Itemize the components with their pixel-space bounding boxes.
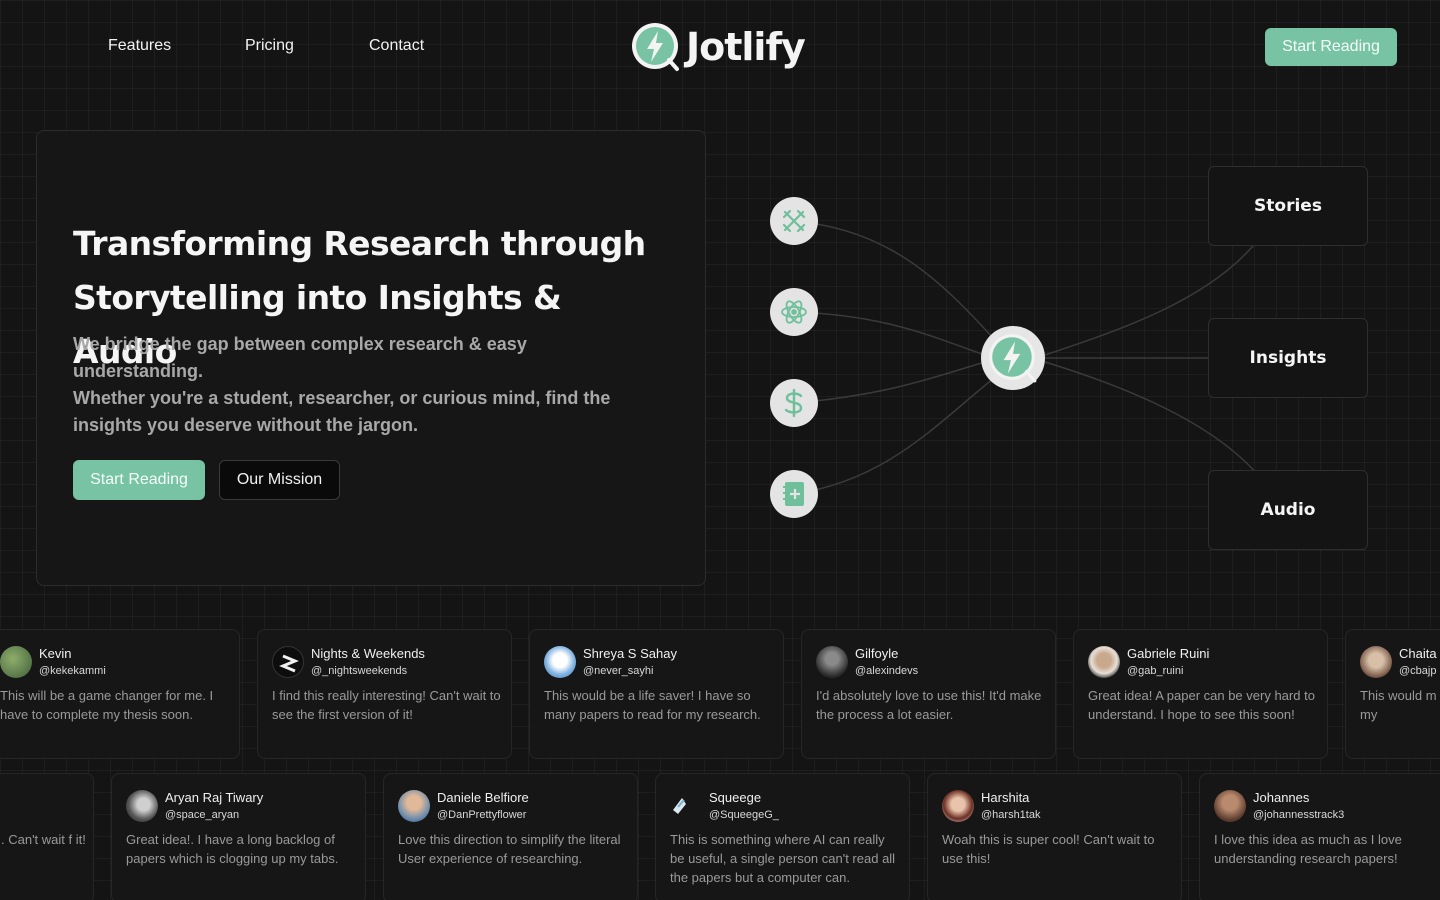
testimonial-text: This will be a game changer for me. I ha… [0,688,214,722]
output-stories: Stories [1208,166,1368,246]
testimonial-text: This would be a life saver! I have so ma… [544,688,761,722]
hero-start-reading-button[interactable]: Start Reading [73,460,205,500]
hero-subtitle-line-1: We bridge the gap between complex resear… [73,334,527,381]
avatar [816,646,848,678]
testimonial-handle: @kekekammi [39,665,106,677]
testimonial-handle: @harsh1tak [981,809,1041,821]
our-mission-button[interactable]: Our Mission [219,460,340,500]
avatar [1360,646,1392,678]
testimonial-handle: @SqueegeG_ [709,809,779,821]
testimonial-card: Nights & Weekends @_nightsweekends I fin… [257,629,512,759]
testimonial-name: Chaita [1399,646,1437,661]
testimonial-card: Gilfoyle @alexindevs I'd absolutely love… [801,629,1056,759]
testimonial-name: Kevin [39,646,72,661]
testimonial-name: Harshita [981,790,1030,805]
brand-logo[interactable]: Jotlify [631,20,806,74]
testimonials-row-1: Kevin @kekekammi This will be a game cha… [0,629,1440,759]
avatar [942,790,974,822]
testimonial-handle: @DanPrettyflower [437,809,527,821]
testimonial-card: Chaita @cbajp This would m need to go th… [1345,629,1440,759]
brand-name: Jotlify [686,25,806,69]
testimonial-handle: @johannesstrack3 [1253,809,1345,821]
testimonial-handle: @alexindevs [855,665,919,677]
testimonial-card: Aryan Raj Tiwary @space_aryan Great idea… [111,773,366,900]
nav-link-pricing[interactable]: Pricing [245,37,294,55]
nav-link-features[interactable]: Features [108,37,171,55]
atom-icon [770,288,818,336]
testimonial-name: Gilfoyle [855,646,899,661]
testimonial-handle: @gab_ruini [1127,665,1184,677]
testimonial-card: Daniele Belfiore @DanPrettyflower Love t… [383,773,638,900]
testimonial-text: Great idea!. I have a long backlog of pa… [126,832,339,866]
testimonial-name: Daniele Belfiore [437,790,529,805]
jotlify-hub-icon [981,326,1045,390]
testimonial-text: Love this direction to simplify the lite… [398,832,621,866]
testimonial-name: Nights & Weekends [311,646,425,661]
testimonial-text: I love this idea as much as I love under… [1214,832,1402,866]
avatar [1214,790,1246,822]
avatar [272,646,304,678]
testimonial-text: I find this really interesting! Can't wa… [272,688,501,722]
avatar [670,790,702,822]
testimonial-card: Kevin @kekekammi This will be a game cha… [0,629,240,759]
testimonial-text: . Can't wait f it! [1,832,86,847]
tools-icon [770,197,818,245]
testimonial-handle: @space_aryan [165,809,240,821]
testimonial-handle: @cbajp [1399,665,1437,677]
testimonial-text: Woah this is super cool! Can't wait to u… [942,832,1155,866]
testimonial-card: Gabriele Ruini @gab_ruini Great idea! A … [1073,629,1328,759]
testimonial-name: Squeege [709,790,762,805]
avatar [1088,646,1120,678]
avatar [126,790,158,822]
nav-link-contact[interactable]: Contact [369,37,424,55]
testimonial-card: . Can't wait f it! [0,773,94,900]
testimonial-name: Aryan Raj Tiwary [165,790,264,805]
output-insights: Insights [1208,318,1368,398]
testimonial-text: This is something where AI can really be… [670,832,896,885]
notebook-plus-icon [770,470,818,518]
jotlify-logo-icon [631,22,681,72]
dollar-icon [770,379,818,427]
testimonial-name: Johannes [1253,790,1310,805]
testimonial-text: This would m need to go th papers for my [1360,688,1440,722]
hero-card: Transforming Research through Storytelli… [36,130,706,586]
hero-subtitle: We bridge the gap between complex resear… [73,331,653,439]
avatar [398,790,430,822]
testimonial-name: Gabriele Ruini [1127,646,1210,661]
testimonials-row-2: . Can't wait f it! Aryan Raj Tiwary @spa… [0,773,1440,900]
testimonial-handle: @never_sayhi [583,665,654,677]
hero-subtitle-line-2: Whether you're a student, researcher, or… [73,388,611,435]
top-nav: Features Pricing Contact Jotlify Start R… [0,0,1440,94]
flow-diagram: Stories Insights Audio [740,150,1420,570]
testimonial-text: Great idea! A paper can be very hard to … [1088,688,1315,722]
testimonial-card: Johannes @johannesstrack3 I love this id… [1199,773,1440,900]
avatar [544,646,576,678]
testimonial-card: Harshita @harsh1tak Woah this is super c… [927,773,1182,900]
testimonial-name: Shreya S Sahay [583,646,677,661]
testimonial-card: Squeege @SqueegeG_ This is something whe… [655,773,910,900]
nav-start-reading-button[interactable]: Start Reading [1265,28,1397,66]
avatar [0,646,32,678]
testimonial-card: Shreya S Sahay @never_sayhi This would b… [529,629,784,759]
testimonial-handle: @_nightsweekends [311,665,408,677]
testimonial-text: I'd absolutely love to use this! It'd ma… [816,688,1042,722]
output-audio: Audio [1208,470,1368,550]
